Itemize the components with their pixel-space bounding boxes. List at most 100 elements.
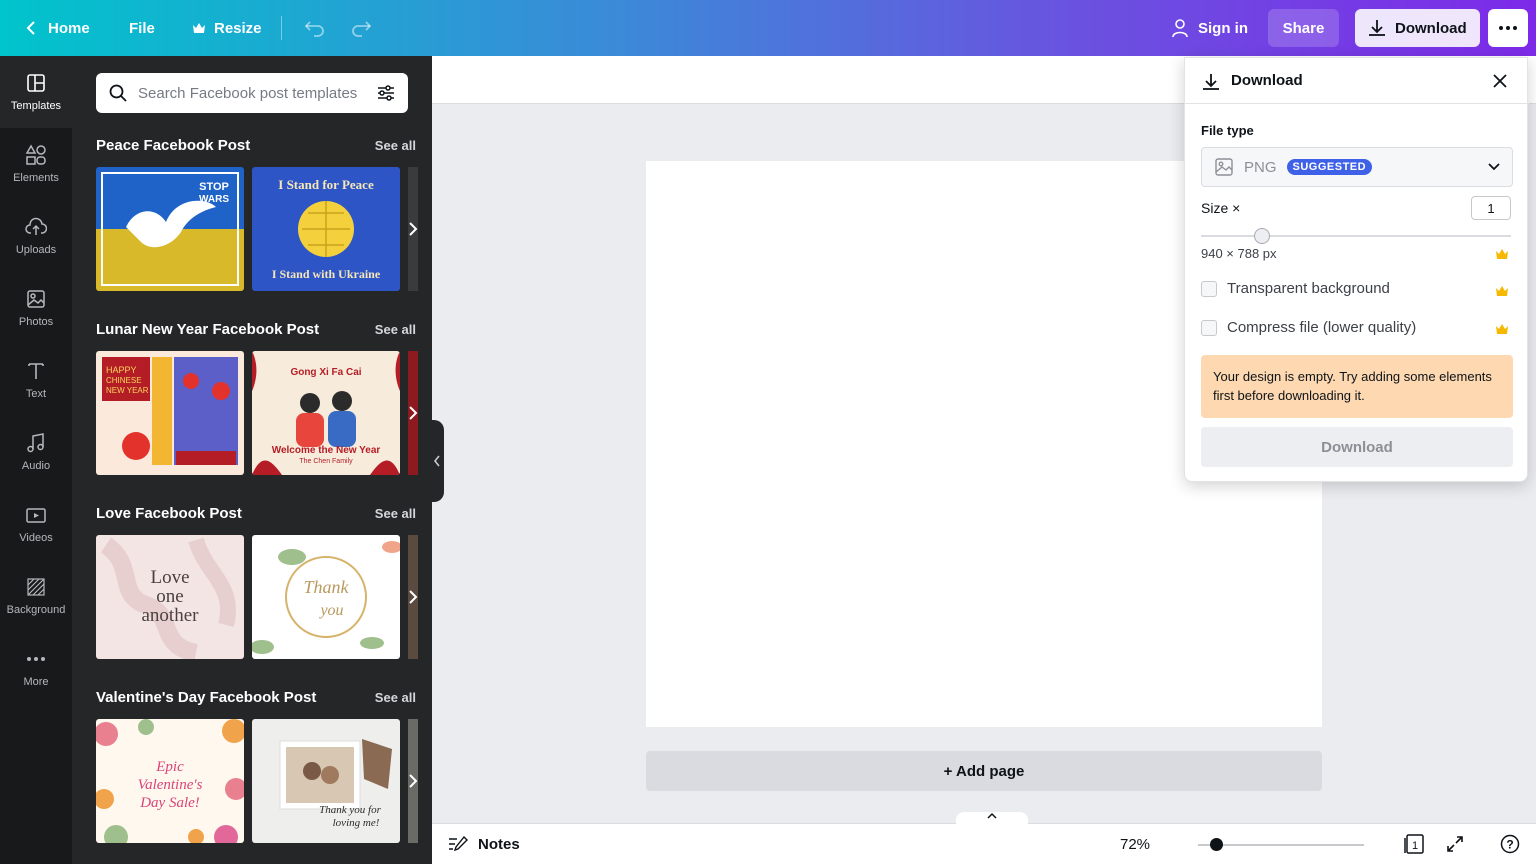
scroll-right-button[interactable] <box>406 401 420 425</box>
more-options-button[interactable] <box>1488 9 1528 47</box>
template-thumbnail[interactable]: Love one another <box>96 535 244 659</box>
template-thumbnail[interactable]: Thank you for loving me! <box>252 719 400 843</box>
rail-item-audio[interactable]: Audio <box>0 416 72 488</box>
chevron-right-icon <box>409 406 418 420</box>
background-hatch-icon <box>27 578 45 596</box>
divider <box>281 16 282 40</box>
user-icon <box>1172 19 1188 38</box>
fullscreen-button[interactable] <box>1446 824 1464 864</box>
help-button[interactable]: ? <box>1500 824 1520 864</box>
zoom-slider-handle[interactable] <box>1210 838 1223 851</box>
thumb-text: Epic <box>155 759 184 775</box>
template-thumbnail[interactable]: Gong Xi Fa Cai Welcome the New Year The … <box>252 351 400 475</box>
size-input[interactable]: 1 <box>1471 196 1511 220</box>
download-panel-header: Download <box>1185 58 1529 104</box>
rail-item-elements[interactable]: Elements <box>0 128 72 200</box>
size-slider-track[interactable] <box>1201 235 1511 237</box>
rail-item-templates[interactable]: Templates <box>0 56 72 128</box>
compress-file-label: Compress file (lower quality) <box>1227 319 1417 336</box>
thumb-text: loving me! <box>333 817 380 829</box>
thumb-text: Love <box>150 567 189 588</box>
more-horizontal-icon <box>1499 26 1517 30</box>
search-box[interactable] <box>96 73 408 113</box>
thumb-text: I Stand for Peace <box>278 177 374 192</box>
empty-design-warning: Your design is empty. Try adding some el… <box>1201 355 1513 418</box>
thumb-text: Gong Xi Fa Cai <box>290 367 361 378</box>
output-dimensions: 940 × 788 px <box>1201 246 1277 261</box>
rail-item-uploads[interactable]: Uploads <box>0 200 72 272</box>
home-button[interactable]: Home <box>12 9 102 47</box>
scroll-right-button[interactable] <box>406 769 420 793</box>
download-panel-title: Download <box>1231 72 1303 89</box>
rail-item-more[interactable]: More <box>0 632 72 704</box>
section-title: Love Facebook Post <box>96 504 242 522</box>
sign-in-button[interactable]: Sign in <box>1158 9 1260 47</box>
resize-button[interactable]: Resize <box>180 9 274 47</box>
thumb-text: another <box>142 605 200 626</box>
see-all-link[interactable]: See all <box>375 690 416 705</box>
file-type-value: PNG <box>1244 158 1277 176</box>
crown-pro-icon <box>1496 249 1508 259</box>
rail-item-text[interactable]: Text <box>0 344 72 416</box>
template-thumbnail[interactable]: I Stand for Peace I Stand with Ukraine <box>252 167 400 291</box>
rail-label: More <box>23 676 49 688</box>
thumb-text: CHINESE <box>106 376 142 385</box>
templates-panel: Peace Facebook Post See all STOP WARS <box>72 56 432 864</box>
scroll-right-button[interactable] <box>406 217 420 241</box>
compress-file-checkbox[interactable] <box>1201 319 1217 336</box>
size-label: Size × <box>1201 200 1241 216</box>
template-section-lunar-new-year: Lunar New Year Facebook Post See all HAP… <box>96 319 418 475</box>
search-input[interactable] <box>138 84 366 102</box>
rail-item-photos[interactable]: Photos <box>0 272 72 344</box>
add-page-button[interactable]: + Add page <box>646 751 1322 791</box>
image-icon <box>1215 158 1233 176</box>
download-button[interactable]: Download <box>1355 9 1480 47</box>
close-icon[interactable] <box>1493 74 1507 88</box>
collapse-panel-button[interactable] <box>430 420 444 502</box>
notes-pencil-icon <box>449 835 468 852</box>
thumb-text: Day Sale! <box>139 795 200 811</box>
page-count-button[interactable]: 1 <box>1402 824 1426 864</box>
file-type-label: File type <box>1201 123 1254 138</box>
download-confirm-button[interactable]: Download <box>1201 427 1513 467</box>
transparent-background-checkbox[interactable] <box>1201 280 1217 297</box>
see-all-link[interactable]: See all <box>375 506 416 521</box>
file-type-select[interactable]: PNG SUGGESTED <box>1201 147 1513 187</box>
transparent-background-option[interactable]: Transparent background <box>1201 280 1390 297</box>
file-menu-button[interactable]: File <box>117 9 167 47</box>
scroll-right-button[interactable] <box>406 585 420 609</box>
share-button[interactable]: Share <box>1268 9 1339 47</box>
bottom-bar: Notes 72% 1 ? <box>432 812 1536 864</box>
text-t-icon <box>28 363 44 379</box>
rail-label: Audio <box>21 460 51 472</box>
template-thumbnail[interactable]: Epic Valentine's Day Sale! <box>96 719 244 843</box>
size-slider-handle[interactable] <box>1254 228 1270 244</box>
undo-button[interactable] <box>292 9 338 47</box>
filter-sliders-icon[interactable] <box>376 83 396 103</box>
template-thumbnail[interactable]: HAPPY CHINESE NEW YEAR <box>96 351 244 475</box>
add-page-label: + Add page <box>943 762 1025 780</box>
section-title: Peace Facebook Post <box>96 136 251 154</box>
redo-button[interactable] <box>338 9 384 47</box>
rail-item-background[interactable]: Background <box>0 560 72 632</box>
see-all-link[interactable]: See all <box>375 138 416 153</box>
thumb-text: WARS <box>199 194 229 205</box>
rail-item-videos[interactable]: Videos <box>0 488 72 560</box>
expand-arrows-icon <box>1447 836 1463 852</box>
compress-file-option[interactable]: Compress file (lower quality) <box>1201 319 1416 336</box>
chevron-right-icon <box>409 774 418 788</box>
help-glyph: ? <box>1506 838 1513 852</box>
template-thumbnail[interactable]: Thank you <box>252 535 400 659</box>
template-section-love: Love Facebook Post See all Love one anot… <box>96 503 418 659</box>
show-pages-toggle[interactable] <box>956 812 1028 826</box>
page-count: 1 <box>1412 840 1418 852</box>
rail-label: Background <box>6 604 66 616</box>
template-section-peace: Peace Facebook Post See all STOP WARS I … <box>96 135 418 291</box>
zoom-value: 72% <box>1120 835 1151 853</box>
template-thumbnail[interactable]: STOP WARS <box>96 167 244 291</box>
see-all-link[interactable]: See all <box>375 322 416 337</box>
rail-label: Photos <box>18 316 54 328</box>
file-label: File <box>129 19 155 37</box>
zoom-level[interactable]: 72% <box>1120 824 1150 864</box>
notes-button[interactable]: Notes <box>448 824 520 864</box>
